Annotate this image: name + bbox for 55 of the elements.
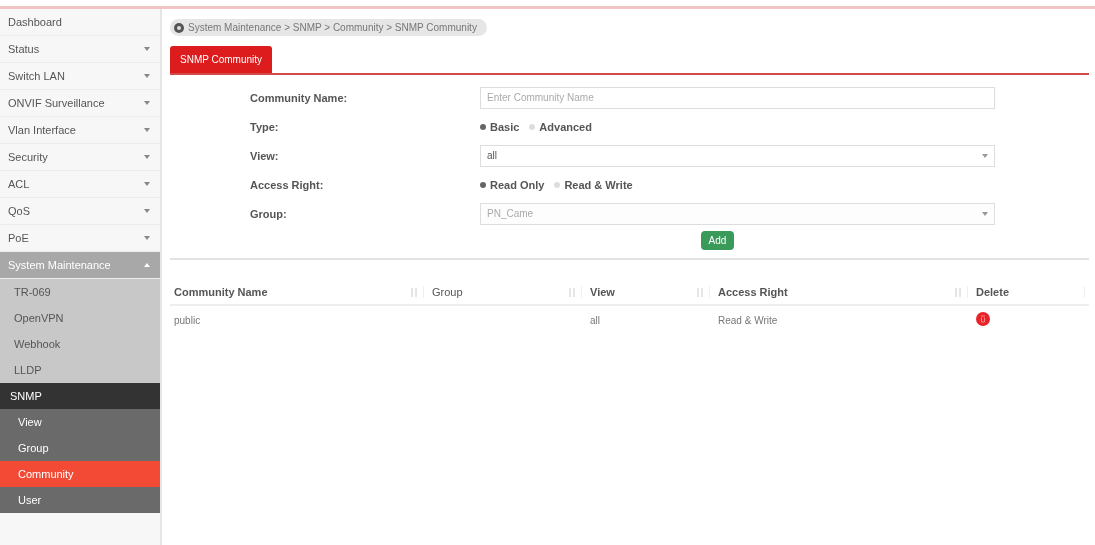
sidebar-item[interactable]: TR-069 [0,279,160,305]
column-header[interactable]: Delete [972,280,1089,305]
column-header[interactable]: Community Name [170,280,428,305]
table-cell: Read & Write [718,314,778,326]
table-cell: public [174,314,201,326]
input-field[interactable]: Enter Community Name [480,86,995,109]
field-label: Type: [249,120,280,133]
sidebar-item[interactable]: OpenVPN [0,305,160,331]
column-header[interactable]: Group [428,280,586,305]
caret-icon [144,101,150,105]
sidebar-item[interactable]: ONVIF Surveillance [0,90,160,117]
caret-icon [144,236,150,240]
sidebar-item[interactable]: ACL [0,171,160,198]
table-cell: all [590,314,600,326]
sidebar-item[interactable]: Group [0,435,160,461]
field-label: Group: [249,207,288,220]
breadcrumb-text: System Maintenance > SNMP > Community > SNMP Community [188,22,477,33]
caret-icon [144,182,150,186]
sidebar-item[interactable]: Webhook [0,331,160,357]
field-label: Community Name: [249,91,349,104]
sidebar-item[interactable]: Vlan Interface [0,117,160,144]
sidebar-item[interactable]: User [0,487,160,513]
field-label: View: [249,149,280,162]
radio-option[interactable]: Read & Write [554,178,633,191]
sidebar-item[interactable]: Status [0,36,160,63]
sort-icon [697,287,703,297]
sort-icon [411,287,417,297]
caret-icon [982,211,988,216]
sidebar-item[interactable]: Dashboard [0,9,160,36]
sidebar-item[interactable]: Switch LAN [0,63,160,90]
column-header[interactable]: Access Right [714,280,972,305]
sidebar-item[interactable]: QoS [0,198,160,225]
field-label: Access Right: [249,178,325,191]
radio-option[interactable]: Read Only [480,178,545,191]
sort-icon [569,287,575,297]
tab[interactable]: SNMP Community [170,46,273,73]
add-button[interactable]: Add [700,231,735,250]
caret-icon [144,128,150,132]
sort-icon [955,287,961,297]
caret-icon [144,47,150,51]
radio-option[interactable]: Basic [480,120,520,133]
sidebar-item[interactable]: SNMP [0,383,160,409]
column-header[interactable]: View [586,280,714,305]
sidebar-item[interactable]: LLDP [0,357,160,383]
radio-option[interactable]: Advanced [529,120,592,133]
sidebar-item[interactable]: Security [0,144,160,171]
caret-icon [144,155,150,159]
sidebar-item[interactable]: Community [0,461,160,487]
delete-icon[interactable] [976,312,990,326]
caret-icon [144,263,150,267]
caret-icon [982,153,988,158]
sidebar-item[interactable]: View [0,409,160,435]
caret-icon [144,74,150,78]
dropdown[interactable]: all [480,144,995,167]
caret-icon [144,209,150,213]
